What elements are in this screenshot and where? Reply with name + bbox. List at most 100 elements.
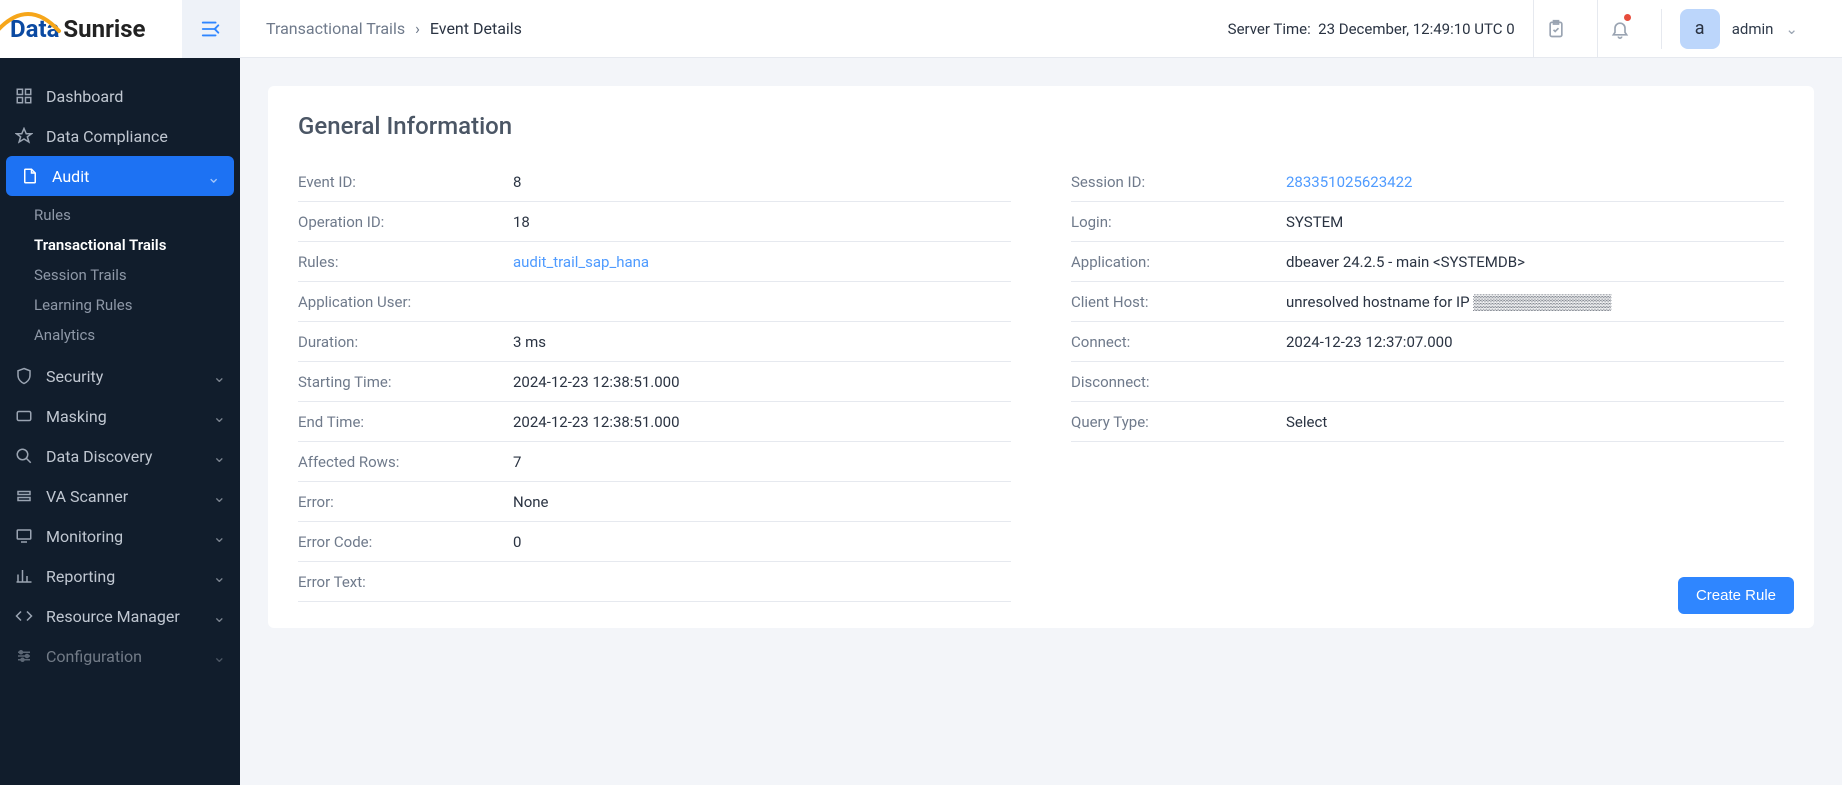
info-row: Affected Rows:7	[298, 442, 1011, 482]
notifications-button[interactable]	[1597, 0, 1643, 58]
info-col-right: Session ID:283351025623422 Login:SYSTEM Ap…	[1071, 162, 1784, 602]
info-row: Error:None	[298, 482, 1011, 522]
sidebar-item-compliance[interactable]: Data Compliance	[0, 116, 240, 156]
dashboard-icon	[14, 86, 34, 106]
document-icon	[20, 166, 40, 186]
nav-label: Configuration	[46, 647, 142, 666]
info-key: Application User:	[298, 293, 513, 311]
info-key: Connect:	[1071, 333, 1286, 351]
sidebar-item-discovery[interactable]: Data Discovery ⌄	[0, 436, 240, 476]
monitor-icon	[14, 526, 34, 546]
info-key: Login:	[1071, 213, 1286, 231]
subitem-rules[interactable]: Rules	[34, 200, 240, 230]
create-rule-button[interactable]: Create Rule	[1678, 577, 1794, 614]
sidebar-item-reporting[interactable]: Reporting ⌄	[0, 556, 240, 596]
info-row: Disconnect:	[1071, 362, 1784, 402]
breadcrumb: Transactional Trails › Event Details	[266, 19, 522, 38]
nav-label: Security	[46, 367, 103, 386]
scanner-icon	[14, 486, 34, 506]
info-key: Error Text:	[298, 573, 513, 591]
sidebar-item-masking[interactable]: Masking ⌄	[0, 396, 240, 436]
info-key: Starting Time:	[298, 373, 513, 391]
info-key: Operation ID:	[298, 213, 513, 231]
nav-label: Data Compliance	[46, 127, 168, 146]
avatar: a	[1680, 9, 1720, 49]
chevron-down-icon: ⌄	[213, 647, 226, 666]
chevron-down-icon: ⌄	[213, 447, 226, 466]
info-row: End Time:2024-12-23 12:38:51.000	[298, 402, 1011, 442]
info-row: Event ID:8	[298, 162, 1011, 202]
nav-label: Monitoring	[46, 527, 123, 546]
info-key: Error Code:	[298, 533, 513, 551]
info-value: 7	[513, 453, 1011, 471]
info-link[interactable]: audit_trail_sap_hana	[513, 253, 649, 271]
info-key: End Time:	[298, 413, 513, 431]
bell-icon	[1610, 19, 1630, 39]
logo-row: Data Sunrise	[0, 0, 240, 58]
breadcrumb-current: Event Details	[430, 19, 522, 38]
info-key: Session ID:	[1071, 173, 1286, 191]
info-value: dbeaver 24.2.5 - main <SYSTEMDB>	[1286, 253, 1784, 271]
sidebar-item-audit[interactable]: Audit ⌃	[6, 156, 234, 196]
chevron-down-icon: ⌄	[213, 487, 226, 506]
info-value: None	[513, 493, 1011, 511]
tasks-button[interactable]	[1533, 0, 1579, 58]
audit-submenu: Rules Transactional Trails Session Trail…	[0, 196, 240, 356]
info-row: Client Host:unresolved hostname for IP ▒…	[1071, 282, 1784, 322]
breadcrumb-sep: ›	[415, 19, 420, 38]
info-value: 8	[513, 173, 1011, 191]
info-row: Rules:audit_trail_sap_hana	[298, 242, 1011, 282]
info-row: Session ID:283351025623422	[1071, 162, 1784, 202]
header: Transactional Trails › Event Details Ser…	[240, 0, 1842, 58]
info-row: Query Type:Select	[1071, 402, 1784, 442]
info-row: Duration:3 ms	[298, 322, 1011, 362]
masking-icon	[14, 406, 34, 426]
sidebar-item-va-scanner[interactable]: VA Scanner ⌄	[0, 476, 240, 516]
chevron-down-icon: ⌄	[213, 367, 226, 386]
sidebar-item-security[interactable]: Security ⌄	[0, 356, 240, 396]
chevron-down-icon: ⌄	[213, 567, 226, 586]
info-value: unresolved hostname for IP ▒▒▒▒▒▒▒▒▒▒▒▒▒	[1286, 293, 1784, 311]
clipboard-check-icon	[1546, 19, 1566, 39]
sunrise-arc-icon	[0, 7, 63, 35]
main: Transactional Trails › Event Details Ser…	[240, 0, 1842, 785]
sidebar-item-configuration[interactable]: Configuration ⌄	[0, 636, 240, 676]
logo[interactable]: Data Sunrise	[0, 15, 146, 43]
info-value: SYSTEM	[1286, 213, 1784, 231]
info-key: Client Host:	[1071, 293, 1286, 311]
info-value: audit_trail_sap_hana	[513, 253, 1011, 271]
nav-label: Audit	[52, 167, 89, 186]
subitem-transactional-trails[interactable]: Transactional Trails	[34, 230, 240, 260]
info-value: 3 ms	[513, 333, 1011, 351]
info-key: Event ID:	[298, 173, 513, 191]
user-menu[interactable]: a admin ⌄	[1661, 9, 1816, 49]
info-row: Operation ID:18	[298, 202, 1011, 242]
info-row: Application:dbeaver 24.2.5 - main <SYSTE…	[1071, 242, 1784, 282]
info-row: Error Code:0	[298, 522, 1011, 562]
info-value: 2024-12-23 12:38:51.000	[513, 413, 1011, 431]
info-value: 283351025623422	[1286, 173, 1784, 191]
content: General Information Event ID:8Operation …	[240, 58, 1842, 656]
server-time-label: Server Time:	[1228, 20, 1311, 38]
collapse-icon	[200, 18, 222, 40]
breadcrumb-root[interactable]: Transactional Trails	[266, 19, 405, 38]
sidebar-collapse-button[interactable]	[182, 0, 240, 58]
info-key: Rules:	[298, 253, 513, 271]
server-time: Server Time: 23 December, 12:49:10 UTC 0	[1228, 20, 1515, 38]
server-time-value: 23 December, 12:49:10 UTC 0	[1318, 20, 1515, 38]
info-key: Query Type:	[1071, 413, 1286, 431]
subitem-analytics[interactable]: Analytics	[34, 320, 240, 350]
star-icon	[14, 126, 34, 146]
general-info-card: General Information Event ID:8Operation …	[268, 86, 1814, 628]
subitem-session-trails[interactable]: Session Trails	[34, 260, 240, 290]
sidebar-item-dashboard[interactable]: Dashboard	[0, 76, 240, 116]
info-key: Duration:	[298, 333, 513, 351]
info-link[interactable]: 283351025623422	[1286, 173, 1412, 191]
sidebar-item-monitoring[interactable]: Monitoring ⌄	[0, 516, 240, 556]
nav-label: Reporting	[46, 567, 115, 586]
sidebar-item-resource-manager[interactable]: Resource Manager ⌄	[0, 596, 240, 636]
chevron-down-icon: ⌄	[213, 407, 226, 426]
subitem-learning-rules[interactable]: Learning Rules	[34, 290, 240, 320]
nav-label: Resource Manager	[46, 607, 180, 626]
logo-text-2: Sunrise	[63, 15, 145, 43]
